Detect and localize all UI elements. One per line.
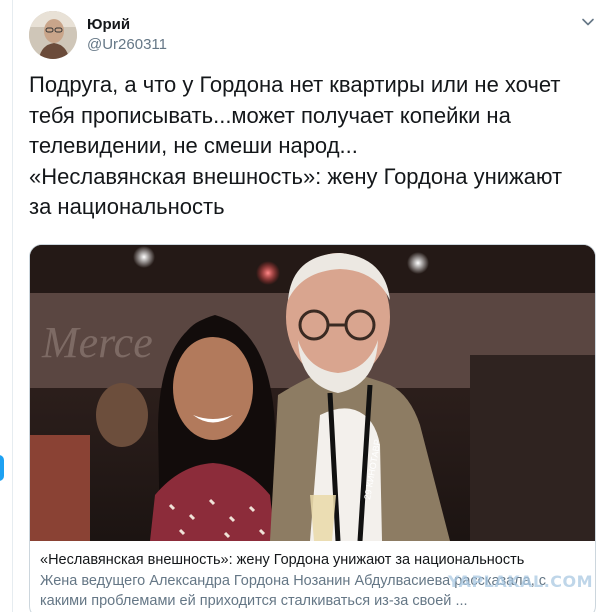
tweet: Юрий @Ur260311 Подруга, а что у Гордона … [0, 0, 612, 612]
tweet-text-line: за национальность [29, 194, 225, 219]
card-description-line: какими проблемами ей приходится сталкива… [40, 592, 468, 609]
photo-sign-text: Merce [41, 318, 153, 367]
card-photo[interactable]: Merce 29 КИНОТАВР [30, 245, 595, 541]
card-title[interactable]: «Неславянская внешность»: жену Гордона у… [40, 552, 524, 568]
author-handle[interactable]: @Ur260311 [87, 36, 167, 53]
timeline-rule [12, 0, 13, 612]
tweet-text-line: Подруга, а что у Гордона нет квартиры ил… [29, 72, 561, 97]
tweet-text-line: «Неславянская внешность»: жену Гордона у… [29, 163, 563, 189]
author-name[interactable]: Юрий [87, 16, 130, 33]
watermark: YAPLAKAL.COM [448, 572, 594, 591]
avatar[interactable] [29, 11, 77, 59]
tweet-text-line: тебя прописывать...может получает копейк… [29, 102, 511, 128]
chevron-down-icon[interactable] [580, 14, 596, 30]
tweet-text-line: телевидении, не смеши народ... [29, 133, 358, 158]
scroll-indicator[interactable] [0, 455, 4, 481]
tweet-text: Подруга, а что у Гордона нет квартиры ил… [29, 70, 599, 223]
link-card[interactable]: Merce 29 КИНОТАВР «Неславянская внешност… [29, 244, 596, 612]
